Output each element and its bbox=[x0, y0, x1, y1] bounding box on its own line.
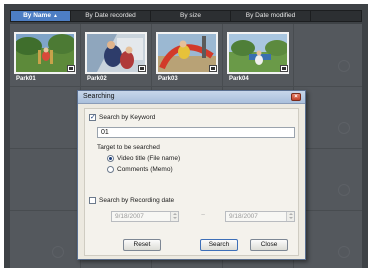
radio-comments-label: Comments (Memo) bbox=[117, 166, 173, 173]
date-to-field[interactable]: 9/18/2007 bbox=[225, 211, 295, 222]
date-from-field[interactable]: 9/18/2007 bbox=[111, 211, 179, 222]
empty-slot-icon bbox=[338, 246, 350, 258]
thumbnail-item[interactable]: Park04 bbox=[227, 32, 289, 84]
tab-sort-by-name[interactable]: By Name ▲ bbox=[11, 11, 71, 21]
tab-sort-by-date-modified-label: By Date modified bbox=[245, 12, 296, 19]
target-heading-row: Target to be searched bbox=[97, 144, 160, 151]
thumbnail-caption: Park01 bbox=[16, 76, 36, 82]
tab-sort-by-date-modified[interactable]: By Date modified bbox=[231, 11, 311, 21]
video-file-icon bbox=[280, 65, 288, 72]
video-thumbnail-image bbox=[229, 34, 287, 72]
close-icon[interactable]: × bbox=[291, 93, 301, 101]
empty-slot-icon bbox=[338, 184, 350, 196]
thumbnail-item[interactable]: Park01 bbox=[14, 32, 76, 84]
radio-video-title[interactable] bbox=[107, 155, 114, 162]
target-option-comments[interactable]: Comments (Memo) bbox=[107, 166, 173, 173]
date-range-separator: ~ bbox=[201, 212, 206, 219]
dialog-body: Search by Keyword 01 Target to be search… bbox=[84, 108, 299, 256]
close-button[interactable]: Close bbox=[250, 239, 288, 251]
thumbnail-item[interactable]: Park02 bbox=[85, 32, 147, 84]
thumbnail-caption: Park04 bbox=[229, 76, 249, 82]
thumbnail-caption: Park02 bbox=[87, 76, 107, 82]
video-thumbnail-image bbox=[87, 34, 145, 72]
empty-slot-icon bbox=[52, 246, 64, 258]
dialog-title: Searching bbox=[83, 93, 115, 100]
tab-sort-by-date-recorded[interactable]: By Date recorded bbox=[71, 11, 151, 21]
empty-slot-icon bbox=[338, 60, 350, 72]
recording-date-checkbox-label: Search by Recording date bbox=[99, 197, 175, 204]
thumbnail-caption: Park03 bbox=[158, 76, 178, 82]
date-from-value: 9/18/2007 bbox=[115, 213, 144, 220]
tab-sort-by-size[interactable]: By size bbox=[151, 11, 231, 21]
keyword-option[interactable]: Search by Keyword bbox=[89, 113, 156, 121]
date-to-value: 9/18/2007 bbox=[229, 213, 258, 220]
empty-slot-icon bbox=[338, 122, 350, 134]
sort-tab-bar: By Name ▲ By Date recorded By size By Dat… bbox=[10, 10, 362, 22]
video-thumbnail-image bbox=[16, 34, 74, 72]
recording-date-option[interactable]: Search by Recording date bbox=[89, 197, 174, 204]
recording-date-checkbox[interactable] bbox=[89, 197, 96, 204]
date-to-spinner[interactable] bbox=[286, 212, 294, 221]
search-dialog: Searching × Search by Keyword 01 Target … bbox=[77, 90, 306, 260]
tab-sort-by-date-recorded-label: By Date recorded bbox=[85, 12, 136, 19]
target-option-title[interactable]: Video title (File name) bbox=[107, 155, 180, 162]
video-file-icon bbox=[138, 65, 146, 72]
grid-divider bbox=[10, 86, 362, 87]
keyword-input[interactable]: 01 bbox=[97, 127, 295, 138]
thumbnail-item[interactable]: Park03 bbox=[156, 32, 218, 84]
keyword-checkbox-label: Search by Keyword bbox=[99, 114, 156, 121]
dialog-titlebar[interactable]: Searching × bbox=[78, 91, 305, 104]
keyword-checkbox[interactable] bbox=[89, 113, 96, 121]
search-button[interactable]: Search bbox=[200, 239, 238, 251]
video-file-icon bbox=[67, 65, 75, 72]
reset-button[interactable]: Reset bbox=[123, 239, 161, 251]
radio-comments[interactable] bbox=[107, 166, 114, 173]
tab-sort-by-name-label: By Name bbox=[23, 12, 51, 19]
radio-video-title-label: Video title (File name) bbox=[117, 155, 181, 162]
video-thumbnail-image bbox=[158, 34, 216, 72]
video-file-icon bbox=[209, 65, 217, 72]
sort-ascending-icon: ▲ bbox=[52, 13, 58, 19]
tab-sort-by-size-label: By size bbox=[180, 12, 201, 19]
target-heading: Target to be searched bbox=[97, 144, 160, 151]
date-from-spinner[interactable] bbox=[170, 212, 178, 221]
